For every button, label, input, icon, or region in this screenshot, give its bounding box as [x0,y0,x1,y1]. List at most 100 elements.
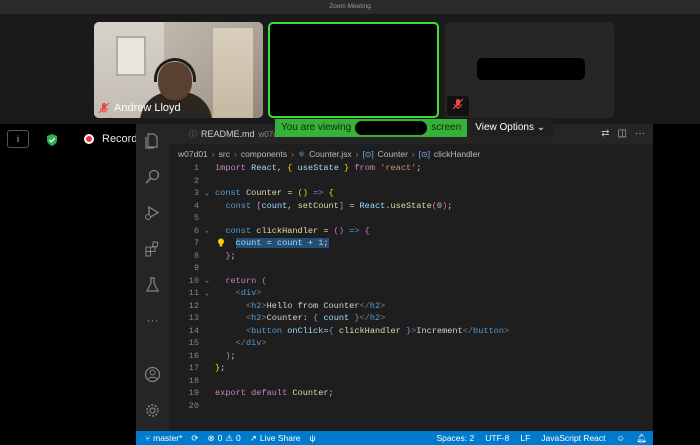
line-number: 9 [193,263,199,274]
fold-chevron-icon[interactable]: ⌄ [199,289,215,298]
live-share-button[interactable]: ↗ Live Share [250,433,301,444]
warning-count: 0 [236,433,241,443]
code-line-selected: count = count + 1; [235,238,329,249]
live-share-label: Live Share [259,433,301,443]
breadcrumb-separator: › [411,149,415,159]
react-file-icon: ⚛ [297,149,306,159]
record-icon [84,134,94,144]
editor-actions: ⇄ ◫ ··· [601,128,645,139]
line-number: 10 [188,275,199,286]
breadcrumb-item[interactable]: components [241,149,287,159]
breadcrumb-item[interactable]: clickHandler [434,149,480,159]
code-line: }; [215,363,226,374]
breadcrumb-item[interactable]: src [219,149,230,159]
explorer-icon[interactable] [144,132,161,149]
breadcrumb-item[interactable]: Counter [378,149,408,159]
zoom-left-panel [0,124,136,445]
participant-tile-active[interactable] [268,22,439,118]
code-line: <h2>Hello from Counter</h2> [245,300,386,311]
view-options-button[interactable]: View Options ⌄ [467,119,554,137]
breadcrumb: w07d01 › src › components › ⚛ Counter.js… [178,148,480,160]
branch-indicator[interactable]: ⑂ master* [145,433,182,443]
vscode-window: ··· ⓘ README.md w07d01 ⇄ ◫ ··· w07d01 › [136,124,653,445]
shield-check-icon[interactable] [45,133,59,147]
breadcrumb-separator: › [291,149,294,159]
code-line: }; [225,250,236,261]
line-number: 15 [188,338,199,349]
info-icon: i [17,134,19,144]
line-number: 4 [193,200,199,211]
more-actions-icon[interactable]: ··· [635,128,645,139]
code-line: </div> [235,338,267,349]
participant-name: Andrew Lloyd [114,102,181,114]
video-window-frame [116,36,146,76]
fold-chevron-icon[interactable]: ⌄ [199,189,215,198]
participant-tile-video[interactable]: Andrew Lloyd [94,22,263,118]
warning-icon: ⚠ [225,432,234,443]
breadcrumb-separator: › [355,149,359,159]
error-icon: ⊗ [207,432,215,443]
breadcrumb-separator: › [233,149,237,159]
line-number: 12 [188,300,199,311]
screen: Zoom Meeting Andrew Lloyd i Recording ··… [0,0,700,445]
broadcast-icon[interactable]: ψ [310,433,316,443]
breadcrumb-separator: › [211,149,215,159]
account-icon[interactable] [144,366,161,383]
mute-indicator [447,96,469,116]
code-line: const Counter = () => { [215,188,334,199]
right-margin [653,124,700,445]
tab-readme[interactable]: ⓘ README.md w07d01 [189,124,287,144]
encoding-setting[interactable]: UTF-8 [485,433,509,443]
line-number: 3 [193,188,199,199]
notifications-bell-icon[interactable]: 🔔︎ [636,433,647,444]
more-icon[interactable]: ··· [144,312,161,329]
branch-name: master* [153,433,183,443]
redacted-sharer-name [355,121,428,135]
lightbulb-icon[interactable] [217,238,225,247]
code-editor[interactable]: 1 import React, { useState } from 'react'… [169,162,653,430]
line-number: 6 [193,225,199,236]
participant-tile-no-video[interactable] [445,22,614,118]
microphone-muted-icon [452,97,464,115]
info-tab-icon: ⓘ [189,129,197,139]
fold-chevron-icon[interactable]: ⌄ [199,276,215,285]
code-line: return ( [225,275,267,286]
video-door [213,28,253,118]
breadcrumb-item[interactable]: Counter.jsx [309,149,352,159]
redacted-name [477,58,585,80]
code-line: const [count, setCount] = React.useState… [225,200,453,211]
line-number: 2 [193,175,199,186]
problems-indicator[interactable]: ⊗ 0 ⚠ 0 [208,433,241,444]
participant-name-tag: Andrew Lloyd [98,102,181,114]
line-number: 8 [193,250,199,261]
line-number: 7 [193,238,199,249]
line-number: 5 [193,213,199,224]
search-icon[interactable] [144,168,161,185]
feedback-icon[interactable]: ☺ [617,433,626,443]
info-button[interactable]: i [7,130,29,148]
sync-icon[interactable]: ⟳ [191,433,198,444]
code-line: <button onClick={ clickHandler }>Increme… [245,325,510,336]
settings-gear-icon[interactable] [144,402,161,419]
line-number: 17 [188,363,199,374]
split-editor-icon[interactable]: ◫ [618,128,627,139]
breadcrumb-item[interactable]: w07d01 [178,149,208,159]
line-number: 13 [188,313,199,324]
indentation-setting[interactable]: Spaces: 2 [436,433,474,443]
line-number: 18 [188,375,199,386]
line-number: 20 [188,400,199,411]
symbol-variable-icon: [⊙] [362,149,374,159]
code-line: <div> [235,288,262,299]
fold-chevron-icon[interactable]: ⌄ [199,226,215,235]
code-line: import React, { useState } from 'react'; [215,163,422,174]
language-mode[interactable]: JavaScript React [541,433,605,443]
testing-flask-icon[interactable] [144,276,161,293]
activity-bar: ··· [136,124,169,431]
run-debug-icon[interactable] [144,204,161,221]
line-number: 19 [188,388,199,399]
compare-icon[interactable]: ⇄ [601,128,609,139]
line-number: 11 [188,288,199,299]
screen-share-banner: You are viewing screen View Options ⌄ [275,119,554,137]
eol-setting[interactable]: LF [520,433,530,443]
extensions-icon[interactable] [144,240,161,257]
